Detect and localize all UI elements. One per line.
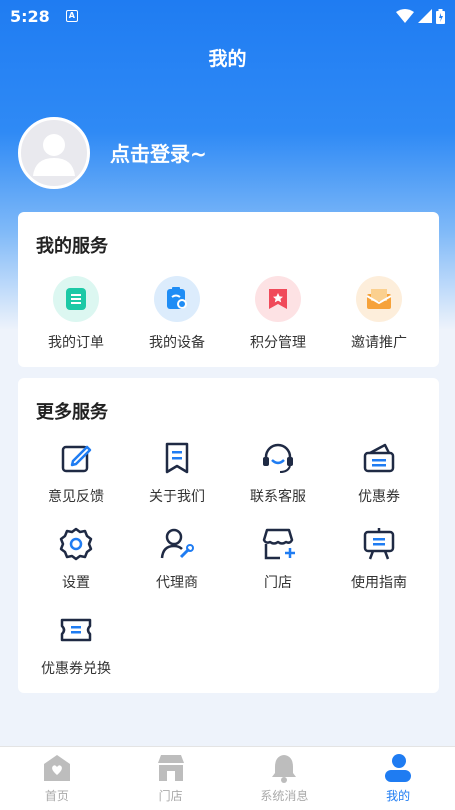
service-label: 我的订单 [48,335,104,351]
settings-icon [59,527,93,561]
status-time: 5:28 [10,6,50,26]
more-label: 门店 [264,575,292,591]
tab-label: 门店 [158,789,183,803]
user-icon [385,754,412,782]
more-label: 联系客服 [250,489,306,505]
more-label: 设置 [62,575,90,591]
more-label: 优惠券 [358,489,400,505]
service-points[interactable]: 积分管理 [227,276,329,352]
tab-label: 系统消息 [260,789,309,803]
wifi-icon [396,9,414,23]
guide-icon [363,528,395,560]
coupon-exchange-icon [60,618,92,642]
notification-a-icon: A [65,10,78,22]
battery-icon [436,8,445,24]
about-icon [165,442,189,474]
points-icon [255,276,301,322]
store-icon [262,528,295,560]
more-label: 关于我们 [149,489,205,505]
tab-mine[interactable]: 我的 [341,747,455,810]
page-title: 我的 [208,48,247,70]
more-store[interactable]: 门店 [227,526,329,592]
my-services-title: 我的服务 [36,236,108,257]
service-my-orders[interactable]: 我的订单 [25,276,127,352]
service-invite[interactable]: 邀请推广 [328,276,430,352]
more-about-us[interactable]: 关于我们 [126,440,228,506]
tab-messages[interactable]: 系统消息 [228,747,342,810]
agent-icon [160,528,194,559]
device-icon [154,276,200,322]
more-customer-service[interactable]: 联系客服 [227,440,329,506]
service-label: 邀请推广 [351,335,407,351]
more-services-title: 更多服务 [36,402,108,423]
more-guide[interactable]: 使用指南 [328,526,430,592]
shop-icon [157,755,184,781]
status-bar: 5:28 A [0,0,455,32]
more-agent[interactable]: 代理商 [126,526,228,592]
coupon-icon [363,443,395,473]
more-label: 代理商 [156,575,198,591]
service-label: 我的设备 [149,335,205,351]
more-coupon-exchange[interactable]: 优惠券兑换 [25,612,127,678]
signal-icon [418,9,432,23]
more-services-card: 更多服务 意见反馈 关于我们 联系客服 优惠券 设置 代理商 门店 使用指南 优… [18,378,439,693]
more-settings[interactable]: 设置 [25,526,127,592]
service-my-devices[interactable]: 我的设备 [126,276,228,352]
more-label: 意见反馈 [48,489,104,505]
more-coupons[interactable]: 优惠券 [328,440,430,506]
login-prompt[interactable]: 点击登录~ [110,138,207,167]
avatar[interactable] [18,117,90,189]
tab-home[interactable]: 首页 [0,747,114,810]
tab-label: 首页 [44,789,69,803]
tab-label: 我的 [386,789,411,803]
invite-icon [356,276,402,322]
tab-shop[interactable]: 门店 [114,747,228,810]
more-label: 使用指南 [351,575,407,591]
feedback-icon [61,445,92,473]
service-label: 积分管理 [250,335,306,351]
more-feedback[interactable]: 意见反馈 [25,440,127,506]
default-avatar-icon [33,134,75,176]
order-icon [53,276,99,322]
my-services-card: 我的服务 我的订单 我的设备 积分管理 邀请推广 [18,212,439,367]
headset-icon [263,443,293,473]
more-label: 优惠券兑换 [41,661,111,677]
home-icon [43,755,70,781]
bell-icon [272,755,297,783]
bottom-tab-bar: 首页 门店 系统消息 我的 [0,746,455,810]
